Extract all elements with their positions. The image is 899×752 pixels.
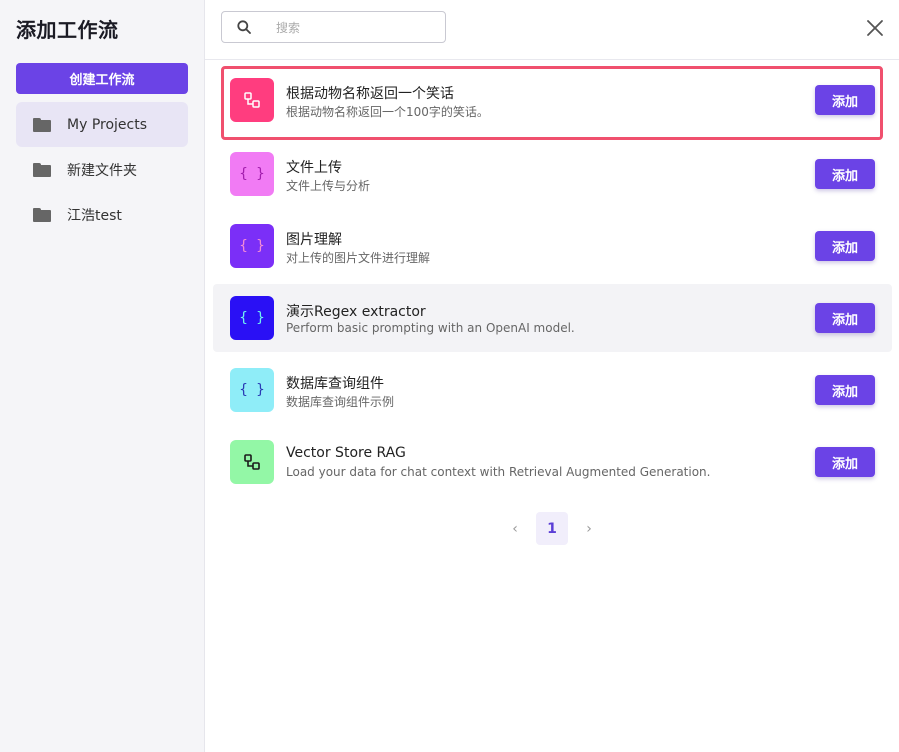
page-number-current[interactable]: 1 xyxy=(536,512,568,545)
add-button[interactable]: 添加 xyxy=(815,303,875,333)
workflow-title: 图片理解 xyxy=(286,232,342,248)
workflow-title: 根据动物名称返回一个笑话 xyxy=(286,86,454,102)
workflow-description: 根据动物名称返回一个100字的笑话。 xyxy=(286,105,489,119)
pagination: ‹ 1 › xyxy=(505,512,599,545)
workflow-row[interactable]: 根据动物名称返回一个笑话 根据动物名称返回一个100字的笑话。 添加 xyxy=(221,66,883,140)
search-box[interactable] xyxy=(221,11,446,43)
braces-icon: { } xyxy=(230,368,274,412)
add-button[interactable]: 添加 xyxy=(815,231,875,261)
braces-icon: { } xyxy=(230,152,274,196)
braces-icon: { } xyxy=(230,224,274,268)
folder-item-jianghao-test[interactable]: 江浩test xyxy=(16,192,188,237)
workflow-description: 数据库查询组件示例 xyxy=(286,395,395,409)
folder-item-my-projects[interactable]: My Projects xyxy=(16,102,188,147)
folder-label: My Projects xyxy=(67,116,148,133)
folder-label: 江浩test xyxy=(67,207,122,224)
add-button[interactable]: 添加 xyxy=(815,85,875,115)
page-title: 添加工作流 xyxy=(16,18,119,42)
flow-icon xyxy=(230,440,274,484)
workflow-row[interactable]: { } 演示Regex extractor Perform basic prom… xyxy=(213,284,892,352)
folder-icon xyxy=(33,117,51,132)
workflow-title: 文件上传 xyxy=(286,160,342,176)
search-icon xyxy=(237,20,251,34)
top-bar xyxy=(205,0,899,60)
workflow-description: Perform basic prompting with an OpenAI m… xyxy=(286,321,575,335)
workflow-row[interactable]: { } 图片理解 对上传的图片文件进行理解 添加 xyxy=(213,212,892,280)
chevron-left-icon[interactable]: ‹ xyxy=(505,519,525,539)
folder-item-new-folder[interactable]: 新建文件夹 xyxy=(16,147,188,192)
workflow-title: 演示Regex extractor xyxy=(286,304,426,320)
workflow-description: 文件上传与分析 xyxy=(286,179,371,193)
close-icon[interactable] xyxy=(865,18,885,38)
workflow-description: Load your data for chat context with Ret… xyxy=(286,465,711,479)
workflow-row[interactable]: { } 数据库查询组件 数据库查询组件示例 添加 xyxy=(213,356,892,424)
add-button[interactable]: 添加 xyxy=(815,375,875,405)
add-button[interactable]: 添加 xyxy=(815,159,875,189)
workflow-title: 数据库查询组件 xyxy=(286,376,384,392)
workflow-row[interactable]: Vector Store RAG Load your data for chat… xyxy=(213,428,892,496)
chevron-right-icon[interactable]: › xyxy=(579,519,599,539)
workflow-description: 对上传的图片文件进行理解 xyxy=(286,251,431,265)
workflow-row[interactable]: { } 文件上传 文件上传与分析 添加 xyxy=(213,140,892,208)
workflow-title: Vector Store RAG xyxy=(286,445,406,461)
flow-icon xyxy=(230,78,274,122)
search-input[interactable] xyxy=(276,18,436,38)
folder-icon xyxy=(33,207,51,222)
add-button[interactable]: 添加 xyxy=(815,447,875,477)
create-workflow-button[interactable]: 创建工作流 xyxy=(16,63,188,94)
braces-icon: { } xyxy=(230,296,274,340)
folder-label: 新建文件夹 xyxy=(67,162,137,179)
folder-icon xyxy=(33,162,51,177)
sidebar: 添加工作流 创建工作流 My Projects 新建文件夹 江浩test xyxy=(0,0,205,752)
